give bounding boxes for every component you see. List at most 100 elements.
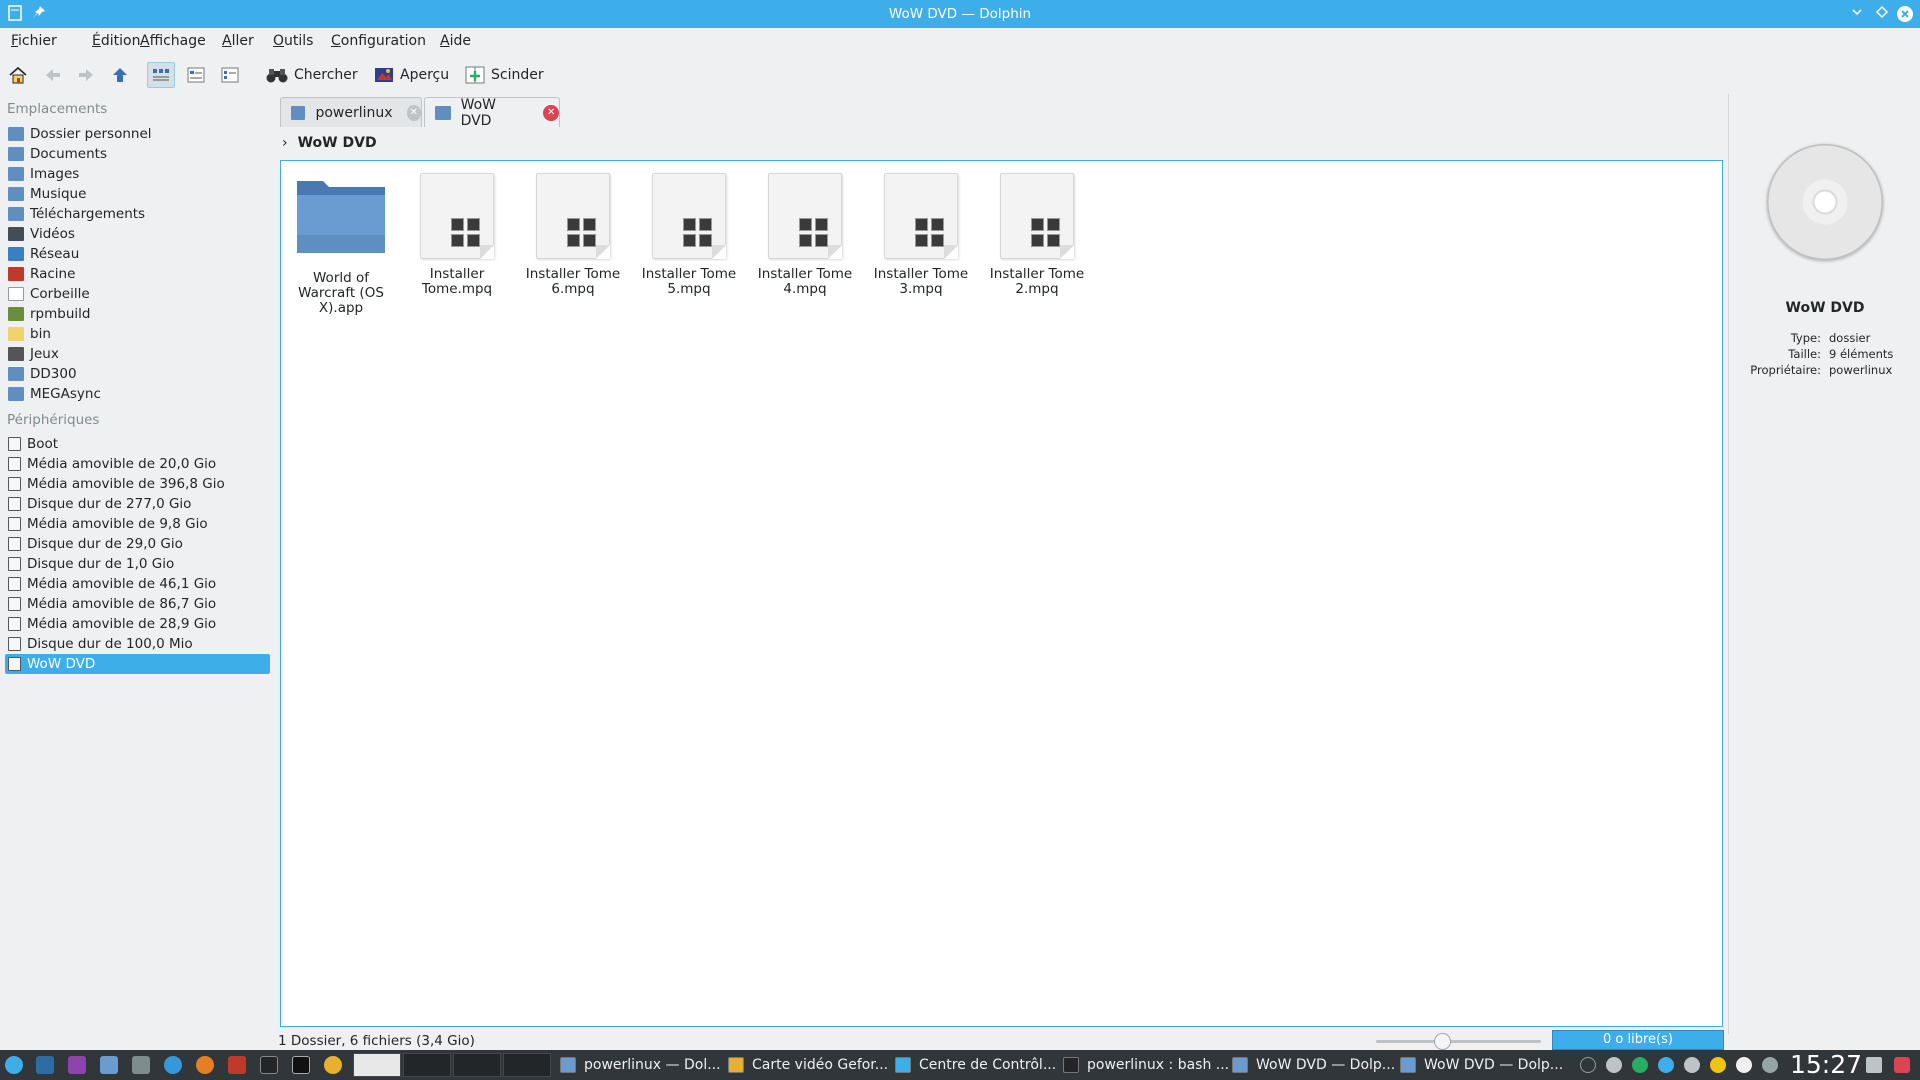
close-tab-icon[interactable]: ✕ xyxy=(406,104,421,121)
terminal-icon[interactable] xyxy=(292,1056,310,1074)
tab-powerlinux[interactable]: powerlinux ✕ xyxy=(280,97,422,127)
icons-view-button[interactable] xyxy=(147,62,175,88)
application-launcher-icon[interactable] xyxy=(5,1056,23,1074)
taskbar-task[interactable]: WoW DVD — Dolp... xyxy=(1232,1053,1395,1077)
weather-icon[interactable] xyxy=(1762,1057,1778,1073)
desktop-pager-3[interactable] xyxy=(453,1053,501,1077)
home-button[interactable] xyxy=(4,62,32,88)
taskbar-task[interactable]: Centre de Contrôl... xyxy=(895,1053,1056,1077)
sidebar-item-corbeille[interactable]: Corbeille xyxy=(5,284,270,304)
menu-aller[interactable]: Aller xyxy=(222,33,254,49)
desktop-pager-4[interactable] xyxy=(503,1053,551,1077)
sidebar-item-megasync[interactable]: MEGAsync xyxy=(5,384,270,404)
sidebar-device-m-dia-amovible-de-46-1-gio[interactable]: Média amovible de 46,1 Gio xyxy=(5,574,270,594)
file-item[interactable]: Installer Tome 2.mpq xyxy=(981,173,1093,297)
file-item[interactable]: Installer Tome 3.mpq xyxy=(865,173,977,297)
sidebar-device-boot[interactable]: Boot xyxy=(5,434,270,454)
power-icon[interactable] xyxy=(1894,1057,1910,1073)
show-desktop-icon[interactable] xyxy=(1866,1057,1882,1073)
menu-fichier[interactable]: Fichier xyxy=(11,33,57,49)
split-button[interactable]: Scinder xyxy=(465,64,544,86)
file-view[interactable]: World of Warcraft (OS X).app Installer To… xyxy=(280,160,1723,1027)
sidebar-device-m-dia-amovible-de-20-0-gio[interactable]: Média amovible de 20,0 Gio xyxy=(5,454,270,474)
media-icon[interactable] xyxy=(228,1056,246,1074)
sidebar-item-racine[interactable]: Racine xyxy=(5,264,270,284)
info-tray-icon[interactable] xyxy=(1580,1057,1596,1073)
sidebar-device-m-dia-amovible-de-86-7-gio[interactable]: Média amovible de 86,7 Gio xyxy=(5,594,270,614)
details-view-button[interactable] xyxy=(216,62,244,88)
sidebar-item-label: bin xyxy=(30,326,51,342)
search-button[interactable]: Chercher xyxy=(266,64,358,86)
folder-item[interactable]: World of Warcraft (OS X).app xyxy=(285,173,397,316)
file-item[interactable]: Installer Tome 4.mpq xyxy=(749,173,861,297)
taskbar-task[interactable]: powerlinux — Dol... xyxy=(560,1053,721,1077)
taskbar-task[interactable]: Carte vidéo Gefor... xyxy=(728,1053,888,1077)
sync-icon[interactable] xyxy=(1632,1057,1648,1073)
settings-icon[interactable] xyxy=(164,1056,182,1074)
menu-outils[interactable]: Outils xyxy=(273,33,313,49)
chrome-icon[interactable] xyxy=(324,1056,342,1074)
window-titlebar[interactable]: WoW DVD — Dolphin xyxy=(0,0,1920,28)
sidebar-item-vid-os[interactable]: Vidéos xyxy=(5,224,270,244)
zoom-slider[interactable] xyxy=(1376,1033,1541,1050)
brightness-icon[interactable] xyxy=(1710,1057,1726,1073)
sidebar-device-m-dia-amovible-de-396-8-gio[interactable]: Média amovible de 396,8 Gio xyxy=(5,474,270,494)
file-item[interactable]: Installer Tome 5.mpq xyxy=(633,173,745,297)
close-tab-icon[interactable]: ✕ xyxy=(543,104,559,121)
sidebar-item-images[interactable]: Images xyxy=(5,164,270,184)
sidebar-device-disque-dur-de-100-0-mio[interactable]: Disque dur de 100,0 Mio xyxy=(5,634,270,654)
sidebar-device-disque-dur-de-29-0-gio[interactable]: Disque dur de 29,0 Gio xyxy=(5,534,270,554)
sidebar-item-dd300[interactable]: DD300 xyxy=(5,364,270,384)
file-manager-icon[interactable] xyxy=(100,1056,118,1074)
sidebar-item-rpmbuild[interactable]: rpmbuild xyxy=(5,304,270,324)
sidebar-item-musique[interactable]: Musique xyxy=(5,184,270,204)
breadcrumb-current[interactable]: WoW DVD xyxy=(298,135,377,151)
back-button[interactable] xyxy=(39,62,67,88)
monitor-icon[interactable] xyxy=(260,1056,278,1074)
menu-aide[interactable]: Aide xyxy=(440,33,471,49)
network-icon[interactable] xyxy=(1684,1057,1700,1073)
sidebar-item-bin[interactable]: bin xyxy=(5,324,270,344)
sidebar-item-label: Média amovible de 20,0 Gio xyxy=(27,456,217,472)
menu-configuration[interactable]: Configuration xyxy=(331,33,426,49)
sidebar-device-wow-dvd[interactable]: WoW DVD xyxy=(5,654,270,674)
bluetooth-icon[interactable] xyxy=(1606,1057,1622,1073)
sidebar-device-m-dia-amovible-de-28-9-gio[interactable]: Média amovible de 28,9 Gio xyxy=(5,614,270,634)
sidebar-device-m-dia-amovible-de-9-8-gio[interactable]: Média amovible de 9,8 Gio xyxy=(5,514,270,534)
tools-icon[interactable] xyxy=(132,1056,150,1074)
desktop-pager-1[interactable] xyxy=(353,1053,401,1077)
breadcrumb[interactable]: › WoW DVD xyxy=(280,133,377,153)
up-button[interactable] xyxy=(106,62,134,88)
sidebar-item-dossier-personnel[interactable]: Dossier personnel xyxy=(5,124,270,144)
zoom-slider-handle[interactable] xyxy=(1434,1033,1451,1050)
menu-affichage[interactable]: Affichage xyxy=(140,33,206,49)
preview-button[interactable]: Aperçu xyxy=(374,64,449,86)
clock[interactable]: 15:27 xyxy=(1790,1050,1862,1080)
compact-view-button[interactable] xyxy=(182,62,210,88)
volume-icon[interactable] xyxy=(1736,1057,1752,1073)
minimize-icon[interactable] xyxy=(1848,5,1866,23)
color-icon[interactable] xyxy=(68,1056,86,1074)
file-item[interactable]: Installer Tome.mpq xyxy=(401,173,513,297)
sidebar-item-r-seau[interactable]: Réseau xyxy=(5,244,270,264)
sidebar-item-jeux[interactable]: Jeux xyxy=(5,344,270,364)
file-name: Installer Tome 3.mpq xyxy=(873,266,969,297)
taskbar-task[interactable]: powerlinux : bash ... xyxy=(1063,1053,1229,1077)
sidebar-item-t-l-chargements[interactable]: Téléchargements xyxy=(5,204,270,224)
close-window-icon[interactable] xyxy=(1896,5,1914,23)
check-icon[interactable] xyxy=(1658,1057,1674,1073)
sidebar-item-documents[interactable]: Documents xyxy=(5,144,270,164)
desktop-icon[interactable] xyxy=(36,1056,54,1074)
sidebar-device-disque-dur-de-277-0-gio[interactable]: Disque dur de 277,0 Gio xyxy=(5,494,270,514)
sidebar-device-disque-dur-de-1-0-gio[interactable]: Disque dur de 1,0 Gio xyxy=(5,554,270,574)
forward-button[interactable] xyxy=(72,62,100,88)
menu-edition[interactable]: Édition xyxy=(92,33,140,49)
maximize-icon[interactable] xyxy=(1873,5,1891,23)
taskbar-task[interactable]: WoW DVD — Dolp... xyxy=(1400,1053,1563,1077)
icons-view-icon xyxy=(153,69,169,81)
tab-wow-dvd[interactable]: WoW DVD ✕ xyxy=(424,97,560,129)
file-item[interactable]: Installer Tome 6.mpq xyxy=(517,173,629,297)
desktop-pager-2[interactable] xyxy=(403,1053,451,1077)
chevron-right-icon[interactable]: › xyxy=(282,135,288,151)
firefox-icon[interactable] xyxy=(196,1056,214,1074)
